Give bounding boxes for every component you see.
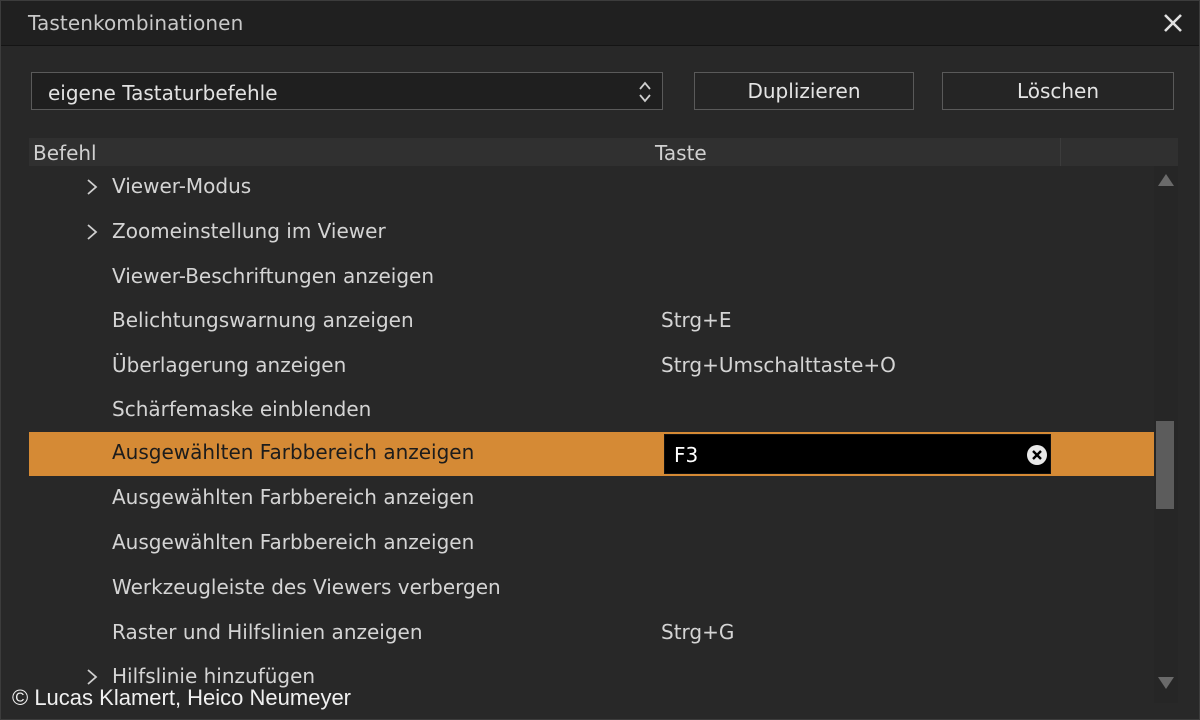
table-row[interactable]: Viewer-Modus (29, 166, 1154, 210)
column-header-key[interactable]: Taste (655, 141, 707, 165)
command-label: Viewer-Beschriftungen anzeigen (112, 264, 434, 288)
command-label: Ausgewählten Farbbereich anzeigen (112, 440, 475, 464)
shortcut-key: Strg+Umschalttaste+O (661, 353, 896, 377)
command-label: Werkzeugleiste des Viewers verbergen (112, 575, 501, 599)
column-header-command[interactable]: Befehl (33, 141, 97, 165)
chevron-right-icon[interactable] (85, 177, 99, 197)
command-label: Überlagerung anzeigen (112, 353, 347, 377)
shortcut-key: Strg+G (661, 620, 735, 644)
copyright-watermark: © Lucas Klamert, Heico Neumeyer (12, 685, 352, 710)
up-down-chevron-icon (639, 81, 651, 103)
table-row[interactable]: Ausgewählten Farbbereich anzeigen (29, 522, 1154, 566)
command-label: Raster und Hilfslinien anzeigen (112, 620, 423, 644)
vertical-scrollbar[interactable] (1154, 166, 1178, 703)
close-button[interactable] (1157, 7, 1189, 39)
shortcut-key-input[interactable]: F3 (664, 434, 1051, 474)
shortcut-key: Strg+E (661, 308, 732, 332)
scroll-down-arrow-icon[interactable] (1156, 671, 1176, 695)
delete-button[interactable]: Löschen (942, 72, 1174, 110)
command-label: Viewer-Modus (112, 174, 252, 198)
table-row[interactable]: Überlagerung anzeigen Strg+Umschalttaste… (29, 345, 1154, 389)
preset-select-value: eigene Tastaturbefehle (48, 81, 278, 105)
title-bar: Tastenkombinationen (1, 1, 1199, 46)
table-row[interactable]: Ausgewählten Farbbereich anzeigen (29, 477, 1154, 521)
table-header: Befehl Taste (29, 138, 1178, 166)
chevron-right-icon[interactable] (85, 667, 99, 687)
shortcut-key-input-value: F3 (674, 443, 699, 467)
table-row[interactable]: Werkzeugleiste des Viewers verbergen (29, 567, 1154, 611)
command-label: Ausgewählten Farbbereich anzeigen (112, 485, 475, 509)
preset-select[interactable]: eigene Tastaturbefehle (31, 72, 663, 110)
table-row[interactable]: Viewer-Beschriftungen anzeigen (29, 256, 1154, 300)
command-label: Belichtungswarnung anzeigen (112, 308, 414, 332)
table-row[interactable]: Zoomeinstellung im Viewer (29, 211, 1154, 255)
scrollbar-thumb[interactable] (1156, 421, 1174, 509)
command-label: Ausgewählten Farbbereich anzeigen (112, 530, 475, 554)
chevron-right-icon[interactable] (85, 222, 99, 242)
command-label: Schärfemaske einblenden (112, 397, 372, 421)
column-divider (1060, 138, 1061, 166)
table-row[interactable]: Raster und Hilfslinien anzeigen Strg+G (29, 612, 1154, 656)
scroll-up-arrow-icon[interactable] (1156, 168, 1176, 192)
clear-icon[interactable] (1026, 444, 1048, 466)
dialog-title: Tastenkombinationen (28, 11, 244, 35)
table-row[interactable]: Schärfemaske einblenden (29, 389, 1154, 433)
table-row-selected[interactable]: Ausgewählten Farbbereich anzeigen F3 (29, 432, 1154, 476)
shortcut-list: Viewer-Modus Zoomeinstellung im Viewer V… (29, 166, 1154, 703)
close-icon (1164, 14, 1182, 32)
table-row[interactable]: Belichtungswarnung anzeigen Strg+E (29, 300, 1154, 344)
shortcuts-dialog: Tastenkombinationen eigene Tastaturbefeh… (0, 0, 1200, 720)
duplicate-button[interactable]: Duplizieren (694, 72, 914, 110)
command-label: Zoomeinstellung im Viewer (112, 219, 386, 243)
